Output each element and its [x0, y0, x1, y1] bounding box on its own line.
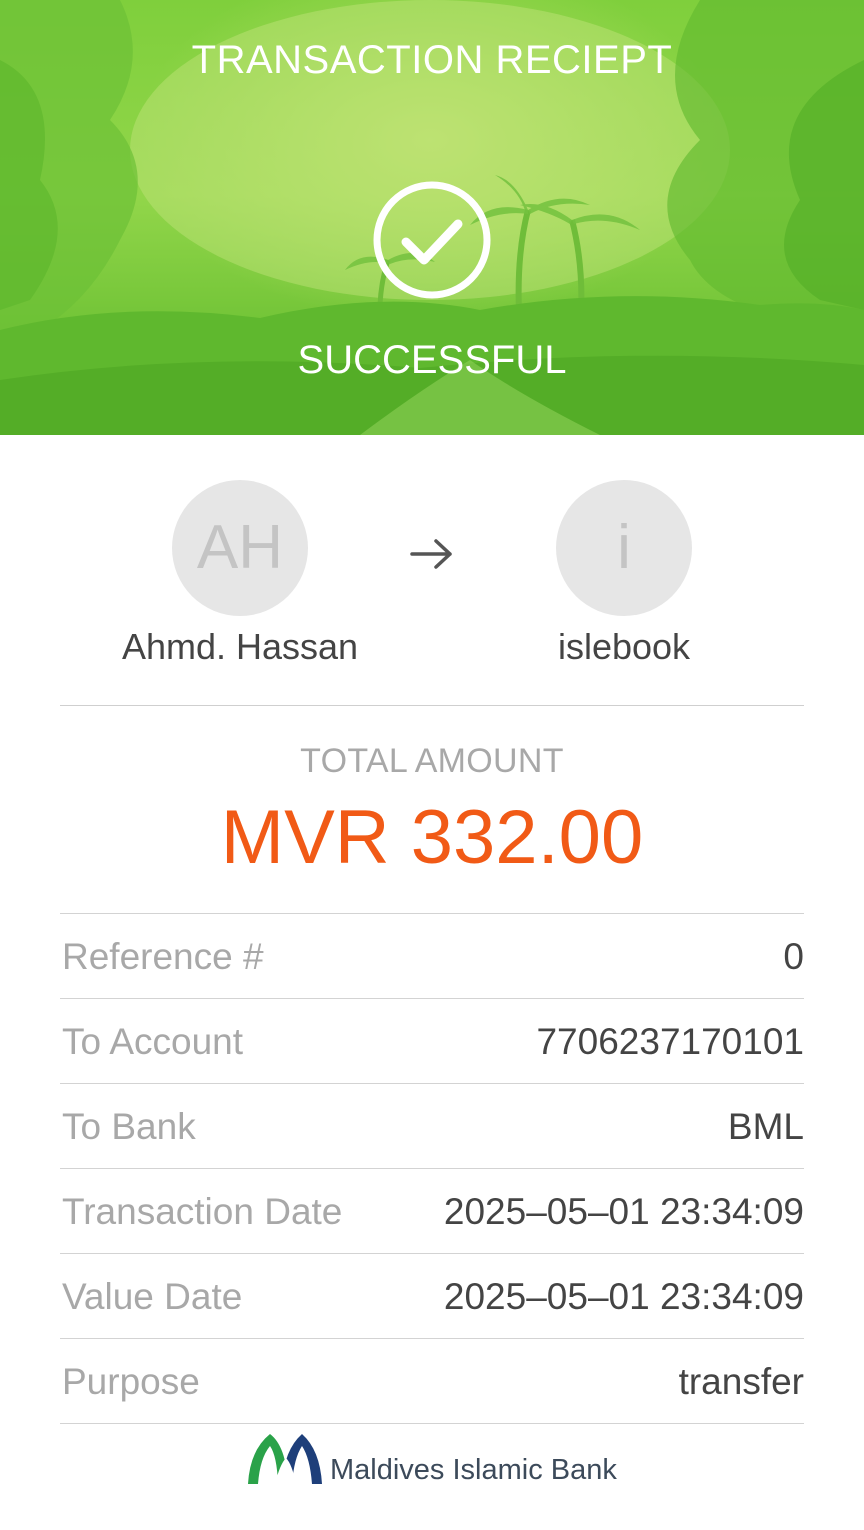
bank-name: Maldives Islamic Bank	[330, 1454, 617, 1486]
detail-row-value-date: Value Date 2025–05–01 23:34:09	[60, 1253, 804, 1338]
total-amount-label: TOTAL AMOUNT	[300, 742, 564, 780]
detail-value: 2025–05–01 23:34:09	[443, 1276, 804, 1317]
detail-value: 0	[783, 936, 804, 977]
receiver-party: i islebook	[494, 480, 754, 668]
detail-value: 2025–05–01 23:34:09	[443, 1191, 804, 1232]
sender-avatar: AH	[172, 480, 308, 616]
detail-row-to-bank: To Bank BML	[60, 1083, 804, 1168]
detail-label: To Account	[62, 1021, 244, 1062]
check-circle-icon	[373, 181, 491, 299]
transaction-details: Reference # 0 To Account 7706237170101 T…	[60, 913, 804, 1424]
status-label: SUCCESSFUL	[297, 338, 567, 382]
page-title: TRANSACTION RECIEPT	[191, 38, 673, 82]
receiver-avatar: i	[556, 480, 692, 616]
detail-label: To Bank	[62, 1106, 196, 1147]
detail-row-reference: Reference # 0	[60, 913, 804, 998]
receipt-header: TRANSACTION RECIEPT SUCCESSFUL	[0, 0, 864, 435]
receiver-name: islebook	[557, 626, 691, 667]
detail-label: Transaction Date	[62, 1191, 343, 1232]
detail-value: 7706237170101	[536, 1021, 804, 1062]
detail-row-purpose: Purpose transfer	[60, 1338, 804, 1424]
bank-logo-icon	[248, 1434, 322, 1484]
detail-row-transaction-date: Transaction Date 2025–05–01 23:34:09	[60, 1168, 804, 1253]
detail-value: transfer	[678, 1361, 804, 1402]
detail-row-to-account: To Account 7706237170101	[60, 998, 804, 1083]
receipt-screen: TRANSACTION RECIEPT SUCCESSFUL AH Ahmd. …	[0, 0, 864, 1530]
sender-party: AH Ahmd. Hassan	[110, 480, 370, 668]
arrow-right-icon	[410, 539, 452, 569]
detail-label: Purpose	[62, 1361, 200, 1402]
detail-label: Reference #	[62, 936, 264, 977]
divider	[60, 705, 804, 706]
total-amount-value: MVR 332.00	[220, 795, 644, 880]
detail-label: Value Date	[62, 1276, 243, 1317]
sender-name: Ahmd. Hassan	[121, 626, 359, 667]
detail-value: BML	[727, 1106, 804, 1147]
